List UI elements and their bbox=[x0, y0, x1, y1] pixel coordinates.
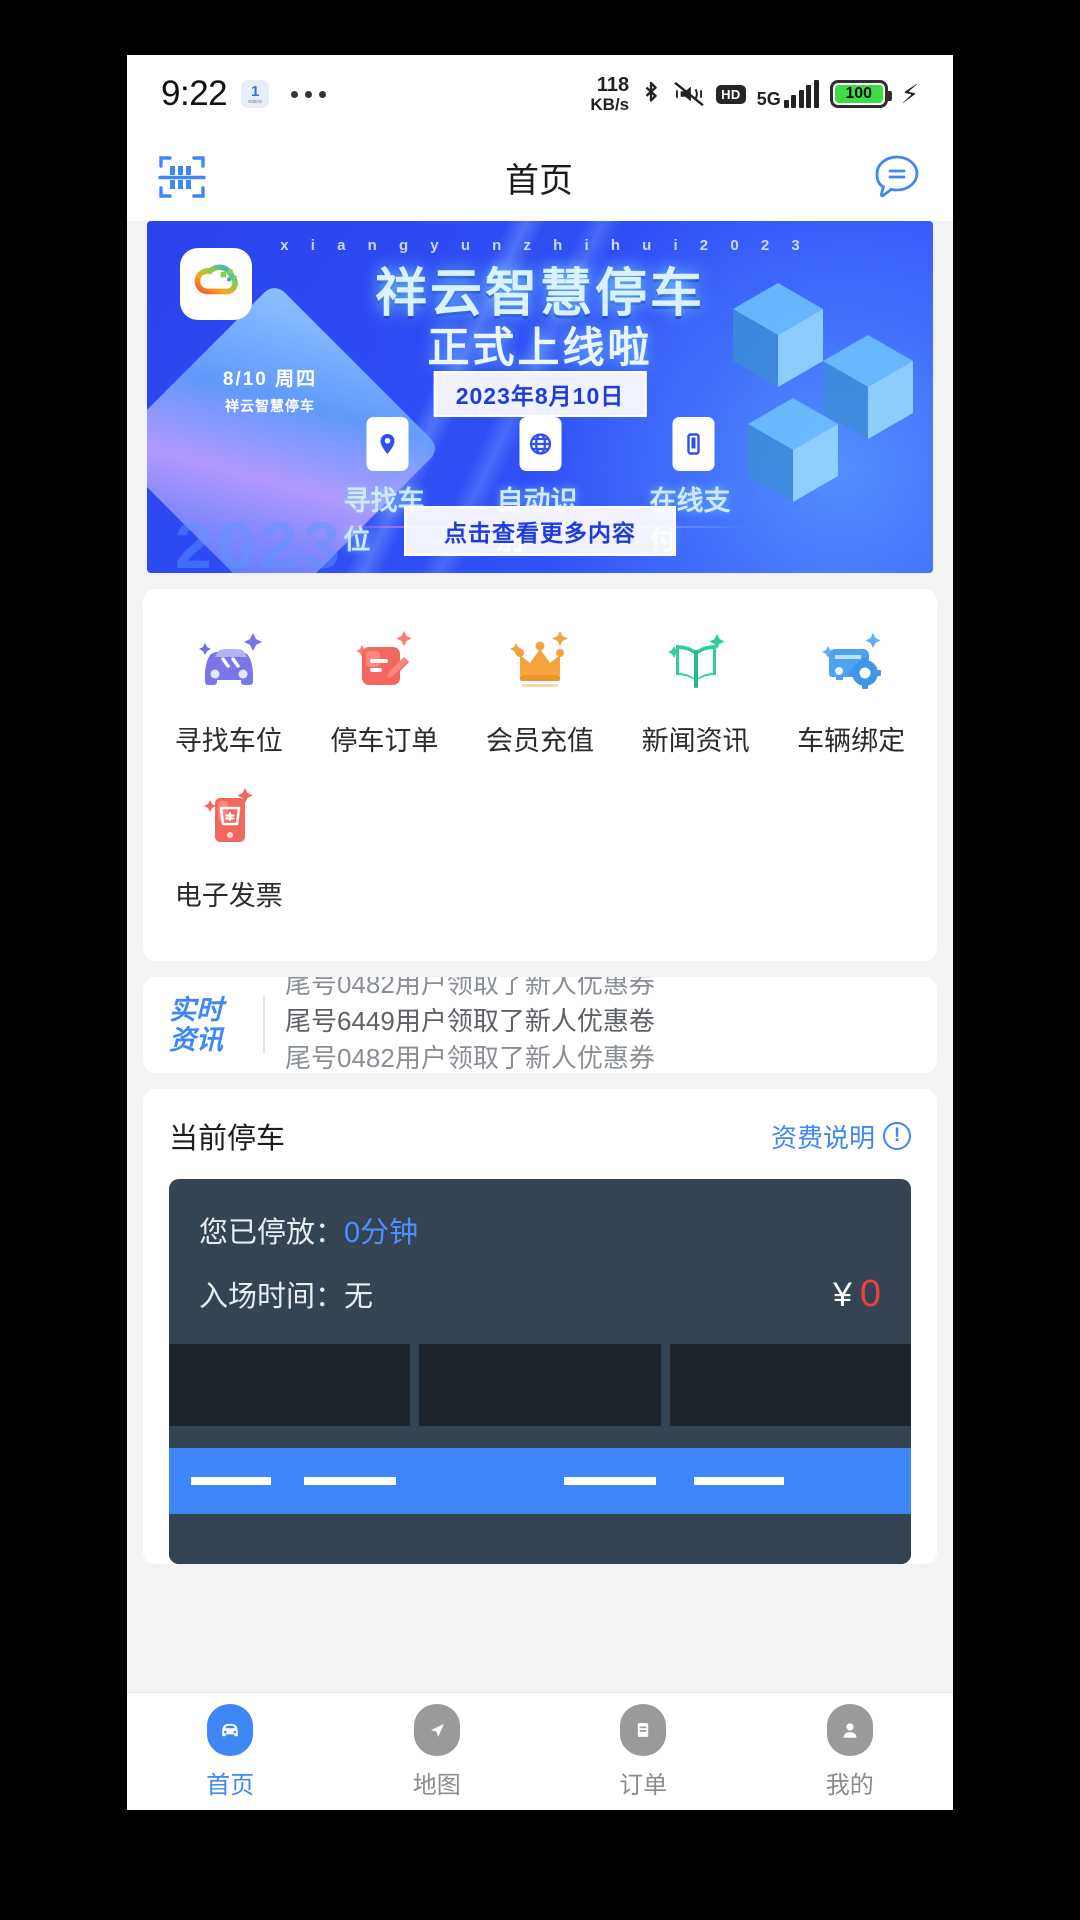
phone-screen: 9:22 1 KB/S 118 KB/s HD 5G 100 ⚡ 首页 8/10… bbox=[127, 55, 953, 1810]
news-ticker-tag-line2: 资讯 bbox=[169, 1025, 223, 1055]
banner-year-watermark: 2023 bbox=[175, 508, 346, 573]
current-parking-title: 当前停车 bbox=[169, 1123, 286, 1155]
grid-item-label: 会员充值 bbox=[485, 726, 594, 756]
bottom-tab-bar: 首页 地图 订单 我的 bbox=[127, 1692, 953, 1810]
car-icon bbox=[187, 617, 271, 701]
car-gear-icon bbox=[809, 617, 893, 701]
banner-title-sub: 正式上线啦 bbox=[427, 324, 653, 371]
status-bar-left: 9:22 1 KB/S bbox=[161, 74, 327, 114]
book-icon bbox=[654, 617, 738, 701]
tab-label: 订单 bbox=[619, 1771, 668, 1799]
parking-entry-label: 入场时间： bbox=[199, 1281, 345, 1313]
news-ticker-tag-line1: 实时 bbox=[169, 994, 223, 1025]
tab-orders[interactable]: 订单 bbox=[540, 1703, 747, 1800]
parking-amount: ¥0 bbox=[833, 1273, 881, 1316]
tab-home[interactable]: 首页 bbox=[127, 1703, 334, 1800]
status-bar: 9:22 1 KB/S 118 KB/s HD 5G 100 ⚡ bbox=[127, 55, 953, 133]
charging-bolt-icon: ⚡ bbox=[900, 79, 919, 109]
order-note-icon bbox=[342, 617, 426, 701]
grid-item-label: 车辆绑定 bbox=[797, 726, 906, 756]
status-time: 9:22 bbox=[161, 74, 228, 113]
more-dots-icon bbox=[291, 90, 327, 98]
tab-label: 首页 bbox=[206, 1771, 255, 1799]
signal-bars bbox=[783, 80, 819, 108]
bluetooth-icon bbox=[645, 81, 657, 102]
hd-icon: HD bbox=[716, 84, 746, 104]
fee-description-link[interactable]: 资费说明 ! bbox=[771, 1118, 911, 1155]
network-badge-icon: 1 KB/S bbox=[241, 80, 270, 108]
current-parking-card: 当前停车 资费说明 ! 您已停放：0分钟 入场时间：无 ¥0 bbox=[143, 1089, 937, 1564]
news-ticker-divider bbox=[263, 996, 265, 1054]
chat-bubble-icon[interactable] bbox=[871, 151, 923, 203]
page-title: 首页 bbox=[505, 161, 573, 200]
grid-item-member-recharge[interactable]: 会员充值 bbox=[462, 617, 618, 758]
parking-road-bottom bbox=[169, 1514, 911, 1564]
net-speed-value: 118 bbox=[596, 73, 630, 96]
parking-entry-value: 无 bbox=[344, 1281, 374, 1313]
tab-profile[interactable]: 我的 bbox=[747, 1703, 954, 1800]
parking-lot-illustration: 您已停放：0分钟 入场时间：无 ¥0 bbox=[169, 1179, 911, 1564]
parking-slots bbox=[169, 1344, 911, 1426]
battery-percent: 100 bbox=[845, 85, 873, 102]
parking-entry-left: 入场时间：无 bbox=[199, 1273, 373, 1315]
mobile-phone-icon bbox=[672, 417, 714, 471]
battery-icon: 100 bbox=[829, 80, 892, 108]
parking-duration-row: 您已停放：0分钟 bbox=[169, 1209, 911, 1251]
net-speed-unit: KB/s bbox=[590, 94, 630, 114]
map-navigation-icon bbox=[413, 1703, 460, 1756]
e-invoice-icon bbox=[187, 772, 271, 856]
grid-item-label: 寻找车位 bbox=[174, 726, 283, 756]
parking-duration-value: 0分钟 bbox=[344, 1217, 419, 1249]
tab-label: 地图 bbox=[412, 1771, 461, 1799]
parking-slot bbox=[419, 1344, 661, 1426]
banner-date-badge: 2023年8月10日 bbox=[433, 371, 647, 417]
user-profile-icon bbox=[826, 1703, 873, 1756]
network-type-label: 5G bbox=[756, 89, 781, 109]
news-ticker-item: 尾号6449用户领取了新人优惠卷 bbox=[285, 1006, 655, 1036]
grid-item-find-parking[interactable]: 寻找车位 bbox=[151, 617, 307, 758]
signal-icon: 5G bbox=[757, 80, 819, 108]
status-bar-right: 118 KB/s HD 5G 100 ⚡ bbox=[590, 75, 919, 113]
news-ticker-item: 尾号0482用户领取了新人优惠券 bbox=[285, 1043, 655, 1073]
scan-qr-icon[interactable] bbox=[157, 152, 207, 202]
grid-item-label: 停车订单 bbox=[330, 726, 439, 756]
banner-cta-button[interactable]: 点击查看更多内容 bbox=[404, 506, 676, 556]
parking-slot bbox=[169, 1344, 411, 1426]
net-speed-indicator: 118 KB/s bbox=[590, 75, 629, 113]
news-ticker-item: 尾号0482用户领取了新人优惠券 bbox=[285, 977, 655, 999]
parking-road bbox=[169, 1448, 911, 1514]
banner-diamond-brand: 祥云智慧停车 bbox=[225, 398, 315, 414]
fee-description-label: 资费说明 bbox=[770, 1122, 875, 1153]
quick-action-grid: 寻找车位 停车订单 会员充值 新闻资讯 车辆绑定 电子发票 bbox=[143, 589, 937, 961]
home-car-icon bbox=[207, 1703, 254, 1756]
parking-duration-label: 您已停放： bbox=[199, 1217, 345, 1249]
app-header: 首页 bbox=[127, 133, 953, 221]
network-badge-bottom: KB/S bbox=[248, 99, 262, 104]
parking-entry-row: 入场时间：无 ¥0 bbox=[169, 1273, 911, 1344]
parking-slot bbox=[669, 1344, 911, 1426]
grid-item-label: 新闻资讯 bbox=[641, 726, 750, 756]
news-ticker[interactable]: 实时 资讯 尾号0482用户领取了新人优惠券 尾号6449用户领取了新人优惠卷 … bbox=[143, 977, 937, 1073]
current-parking-header: 当前停车 资费说明 ! bbox=[143, 1089, 937, 1163]
news-ticker-messages: 尾号0482用户领取了新人优惠券 尾号6449用户领取了新人优惠卷 尾号0482… bbox=[285, 977, 911, 1073]
grid-item-e-invoice[interactable]: 电子发票 bbox=[151, 772, 307, 913]
tab-map[interactable]: 地图 bbox=[334, 1703, 541, 1800]
mute-icon bbox=[674, 81, 704, 107]
tab-label: 我的 bbox=[825, 1771, 874, 1799]
location-pin-icon bbox=[366, 417, 408, 471]
network-badge-top: 1 bbox=[250, 82, 260, 100]
currency-symbol: ¥ bbox=[832, 1276, 852, 1314]
promo-banner[interactable]: 8/10 周四 祥云智慧停车 2023 x i a n g y u n z h … bbox=[147, 221, 933, 573]
grid-item-parking-orders[interactable]: 停车订单 bbox=[307, 617, 463, 758]
grid-item-news[interactable]: 新闻资讯 bbox=[618, 617, 774, 758]
globe-icon bbox=[519, 417, 561, 471]
parking-amount-value: 0 bbox=[859, 1273, 881, 1315]
grid-item-label: 电子发票 bbox=[174, 881, 283, 911]
grid-item-vehicle-binding[interactable]: 车辆绑定 bbox=[773, 617, 929, 758]
crown-icon bbox=[498, 617, 582, 701]
order-list-icon bbox=[620, 1703, 667, 1756]
news-ticker-tag: 实时 资讯 bbox=[169, 995, 243, 1055]
info-icon: ! bbox=[883, 1122, 911, 1150]
